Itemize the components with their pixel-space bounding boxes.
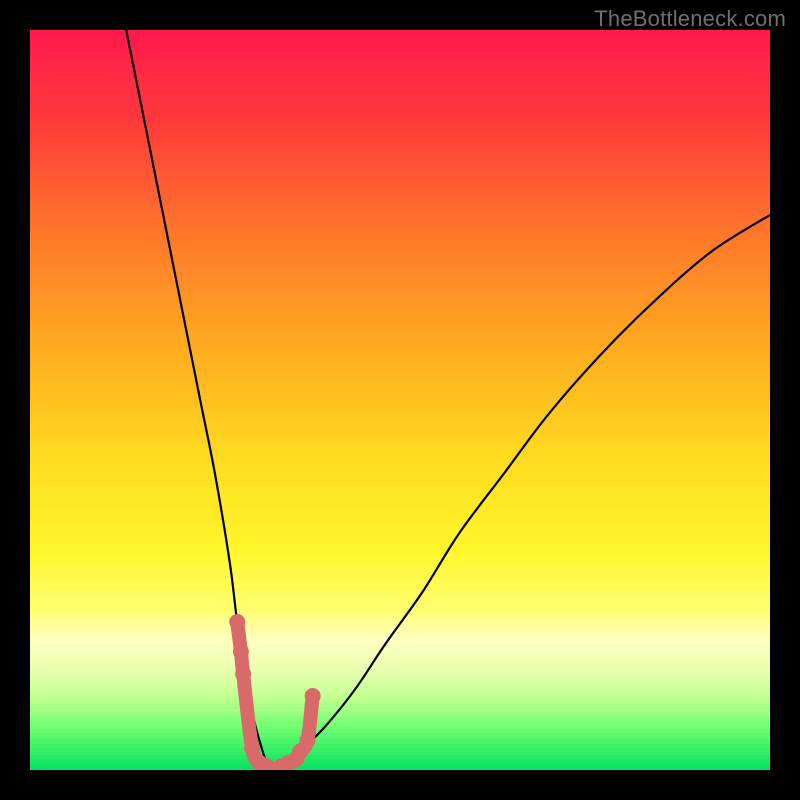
marker-point <box>244 740 260 756</box>
series-bottleneck-curve-right <box>274 215 770 770</box>
chart-frame: TheBottleneck.com <box>0 0 800 800</box>
series-bottleneck-curve-left <box>126 30 274 770</box>
marker-point <box>300 732 316 748</box>
marker-point <box>229 614 245 630</box>
curves-layer <box>30 30 770 770</box>
watermark-text: TheBottleneck.com <box>594 6 786 32</box>
marker-point <box>305 688 321 704</box>
marker-point <box>233 644 249 660</box>
plot-area <box>30 30 770 770</box>
marker-point <box>235 666 251 682</box>
